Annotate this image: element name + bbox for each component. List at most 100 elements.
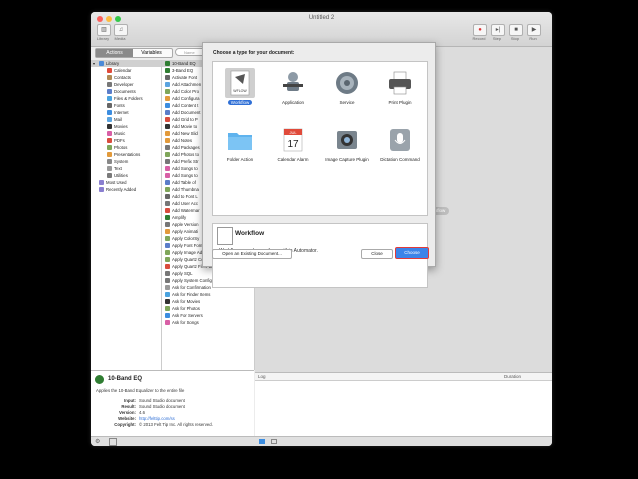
log-view-icon[interactable]: [259, 439, 265, 444]
action-item[interactable]: Ask for Photos: [162, 305, 254, 312]
detail-property-key: Copyright:: [114, 422, 136, 427]
library-tabs: Actions Variables: [95, 48, 173, 58]
category-icon: [107, 110, 112, 115]
tab-variables[interactable]: Variables: [133, 49, 170, 57]
type-image-capture-plugin[interactable]: Image Capture Plugin: [320, 122, 374, 163]
type-dictation-command[interactable]: Dictation Command: [373, 122, 427, 163]
library-item[interactable]: Presentations: [91, 151, 161, 158]
library-item[interactable]: Utilities: [91, 172, 161, 179]
run-button[interactable]: ▶: [527, 24, 541, 36]
type-service[interactable]: Service: [320, 65, 374, 106]
action-item[interactable]: Ask for Movies: [162, 298, 254, 305]
type-folder-action[interactable]: Folder Action: [213, 122, 267, 163]
category-icon: [99, 61, 104, 66]
library-item[interactable]: Internet: [91, 109, 161, 116]
automator-robot-icon: [278, 68, 308, 98]
close-button[interactable]: Close: [361, 249, 393, 259]
action-icon: [165, 89, 170, 94]
library-item[interactable]: Photos: [91, 144, 161, 151]
folder-icon: [225, 125, 255, 155]
action-item-label: Add Document: [172, 110, 201, 115]
library-item[interactable]: Calendar: [91, 67, 161, 74]
library-item[interactable]: System: [91, 158, 161, 165]
action-item-label: Activate Font: [172, 75, 198, 80]
library-item-label: Library: [106, 61, 120, 66]
type-application[interactable]: Application: [266, 65, 320, 106]
detail-properties: Input: Sound Studio document Result: Sound …: [91, 398, 254, 428]
step-button[interactable]: ▸|: [491, 24, 505, 36]
action-item-label: Apply ColorSy: [172, 236, 200, 241]
library-item[interactable]: Recently Added: [91, 186, 161, 193]
library-item[interactable]: Mail: [91, 116, 161, 123]
action-item[interactable]: Ask For Servers: [162, 312, 254, 319]
action-icon: [165, 306, 170, 311]
workflow-icon-tag: WFLOW: [233, 89, 247, 93]
library-icon: ▥: [101, 27, 107, 33]
type-label-print-plugin: Print Plugin: [388, 100, 412, 105]
library-item[interactable]: Fonts: [91, 102, 161, 109]
variables-view-icon[interactable]: [271, 439, 277, 444]
library-item[interactable]: Library ▾: [91, 60, 161, 67]
action-icon: [165, 82, 170, 87]
record-button[interactable]: ●: [473, 24, 487, 36]
library-item-label: Internet: [114, 110, 129, 115]
disclosure-triangle-icon[interactable]: ▾: [93, 60, 95, 67]
action-icon: [165, 222, 170, 227]
library-item[interactable]: Files & Folders: [91, 95, 161, 102]
gear-icon[interactable]: ⚙: [95, 438, 100, 445]
type-label-service: Service: [339, 100, 355, 105]
library-item[interactable]: Contacts: [91, 74, 161, 81]
type-label-image-capture-plugin: Image Capture Plugin: [325, 157, 369, 162]
library-item[interactable]: Developer: [91, 81, 161, 88]
library-item[interactable]: PDFs: [91, 137, 161, 144]
category-icon: [99, 187, 104, 192]
library-item[interactable]: Music: [91, 130, 161, 137]
stop-icon: ■: [514, 27, 518, 33]
category-icon: [107, 166, 112, 171]
status-bar: ⚙: [91, 436, 552, 446]
media-button[interactable]: ♫: [114, 24, 128, 36]
library-item-label: Movies: [114, 124, 128, 129]
microphone-icon: [385, 125, 415, 155]
action-item-label: Add Attachmen: [172, 82, 202, 87]
step-icon: ▸|: [495, 27, 501, 33]
action-icon: [165, 292, 170, 297]
library-item[interactable]: Most Used: [91, 179, 161, 186]
log-header: Log Duration: [255, 373, 552, 381]
type-workflow[interactable]: WFLOW Workflow: [213, 65, 267, 106]
action-item-label: Add Content t: [172, 103, 199, 108]
library-item[interactable]: Movies: [91, 123, 161, 130]
tab-actions[interactable]: Actions: [96, 49, 133, 57]
action-item-label: Ask for Finder Items: [172, 292, 211, 297]
calendar-day: 17: [287, 139, 299, 150]
calendar-month: JUL: [289, 130, 297, 135]
category-icon: [107, 89, 112, 94]
type-print-plugin[interactable]: Print Plugin: [373, 65, 427, 106]
action-icon: [165, 131, 170, 136]
action-icon: [165, 257, 170, 262]
stop-label: Stop: [510, 36, 520, 41]
action-item-label: Add Thumbna: [172, 187, 199, 192]
action-icon: [165, 180, 170, 185]
description-title: Workflow: [235, 230, 265, 237]
action-icon: [165, 124, 170, 129]
type-calendar-alarm[interactable]: JUL 17 Calendar Alarm: [266, 122, 320, 163]
library-item[interactable]: Text: [91, 165, 161, 172]
type-label-workflow: Workflow: [227, 100, 253, 105]
detail-toggle-icon[interactable]: [109, 438, 117, 446]
media-label: Media: [114, 36, 126, 41]
action-icon: [165, 194, 170, 199]
action-item[interactable]: Ask for Finder Items: [162, 291, 254, 298]
action-item-label: Add Grid to P: [172, 117, 198, 122]
stop-button[interactable]: ■: [509, 24, 523, 36]
category-icon: [107, 96, 112, 101]
duration-column-header[interactable]: Duration: [504, 373, 521, 380]
choose-button[interactable]: Choose: [395, 247, 429, 259]
open-existing-document-button[interactable]: Open an Existing Document...: [212, 249, 292, 259]
action-item[interactable]: Ask for Songs: [162, 319, 254, 326]
log-column-header[interactable]: Log: [258, 373, 266, 380]
library-item[interactable]: Documents: [91, 88, 161, 95]
action-item-label: Add Color Pro: [172, 89, 199, 94]
library-toggle-button[interactable]: ▥: [97, 24, 111, 36]
action-item-label: Apply SQL: [172, 271, 193, 276]
